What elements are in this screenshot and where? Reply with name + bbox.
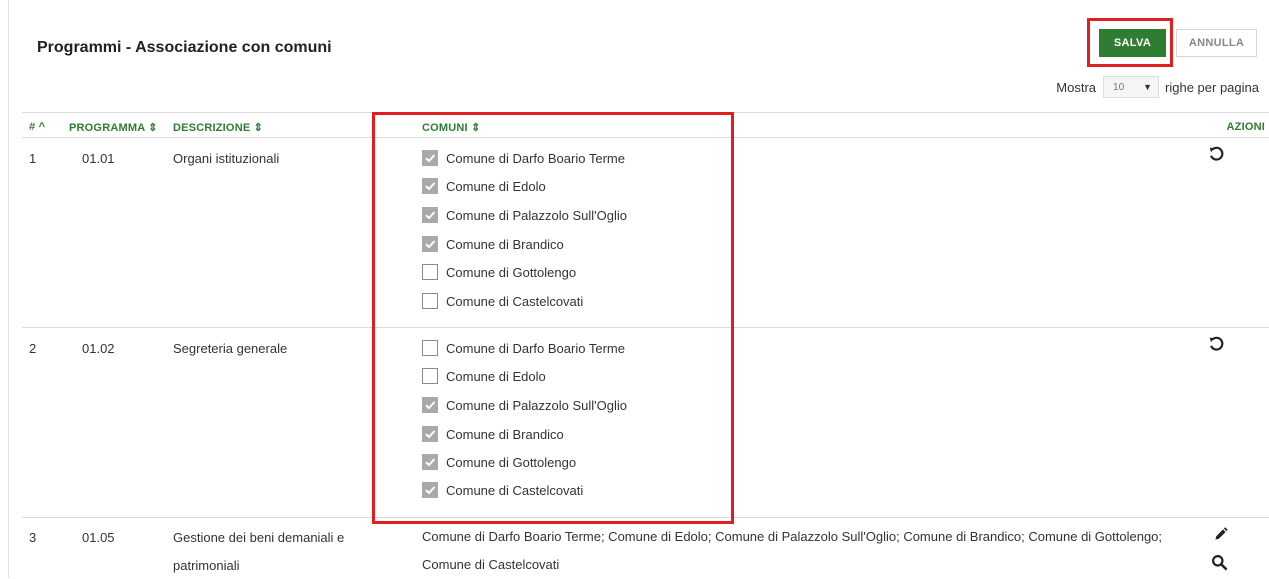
rows-per-page: Mostra 10 ▼ righe per pagina (1056, 76, 1259, 98)
comune-label: Comune di Darfo Boario Terme (446, 340, 625, 356)
row-number: 3 (29, 530, 37, 545)
comune-label: Comune di Palazzolo Sull'Oglio (446, 207, 627, 223)
column-header-descrizione[interactable]: DESCRIZIONE ⇕ (173, 121, 263, 134)
row-divider (22, 517, 1269, 518)
row-divider (22, 327, 1269, 328)
checkbox-checked[interactable] (422, 482, 438, 498)
checkbox-unchecked[interactable] (422, 368, 438, 384)
checkbox-unchecked[interactable] (422, 340, 438, 356)
comune-checkbox-row[interactable]: Comune di Edolo (422, 368, 546, 384)
row-descrizione: Segreteria generale (173, 341, 288, 356)
search-icon[interactable] (1209, 552, 1229, 572)
pager-prefix: Mostra (1056, 79, 1097, 95)
checkbox-unchecked[interactable] (422, 264, 438, 280)
pencil-icon[interactable] (1210, 524, 1230, 544)
row-number: 1 (29, 151, 37, 166)
comune-label: Comune di Brandico (446, 236, 564, 252)
comune-checkbox-row[interactable]: Comune di Edolo (422, 178, 546, 194)
comune-checkbox-row[interactable]: Comune di Darfo Boario Terme (422, 150, 625, 166)
comune-label: Comune di Castelcovati (446, 293, 584, 309)
checkbox-checked[interactable] (422, 454, 438, 470)
comune-label: Comune di Castelcovati (446, 482, 584, 498)
row-programma: 01.02 (82, 341, 115, 356)
rows-per-page-select[interactable]: 10 ▼ (1103, 76, 1160, 98)
save-button[interactable]: SALVA (1099, 29, 1166, 57)
checkbox-checked[interactable] (422, 178, 438, 194)
undo-icon[interactable] (1206, 144, 1226, 164)
checkbox-unchecked[interactable] (422, 293, 438, 309)
table-top-border (22, 112, 1269, 113)
comune-checkbox-row[interactable]: Comune di Gottolengo (422, 264, 576, 280)
comune-checkbox-row[interactable]: Comune di Gottolengo (422, 454, 576, 470)
row-descrizione-line1: Gestione dei beni demaniali e (173, 530, 345, 545)
comune-checkbox-row[interactable]: Comune di Brandico (422, 236, 564, 252)
page-title: Programmi - Associazione con comuni (37, 39, 332, 56)
caret-down-icon: ▼ (1143, 82, 1153, 92)
row-number: 2 (29, 341, 37, 356)
comune-label: Comune di Palazzolo Sull'Oglio (446, 397, 627, 413)
checkbox-checked[interactable] (422, 150, 438, 166)
row-programma: 01.01 (82, 151, 115, 166)
checkbox-checked[interactable] (422, 397, 438, 413)
cancel-button[interactable]: ANNULLA (1176, 29, 1257, 57)
comune-label: Comune di Gottolengo (446, 454, 577, 470)
checkbox-checked[interactable] (422, 236, 438, 252)
rows-per-page-value: 10 (1113, 81, 1125, 93)
undo-icon[interactable] (1206, 334, 1226, 354)
column-header-azioni: AZIONI (1226, 121, 1265, 133)
comune-label: Comune di Darfo Boario Terme (446, 150, 625, 166)
row-comuni-text-line2: Comune di Castelcovati (422, 557, 560, 572)
comune-checkbox-row[interactable]: Comune di Palazzolo Sull'Oglio (422, 397, 627, 413)
comune-label: Comune di Edolo (446, 368, 546, 384)
checkbox-checked[interactable] (422, 207, 438, 223)
comune-label: Comune di Edolo (446, 178, 546, 194)
comune-checkbox-row[interactable]: Comune di Castelcovati (422, 293, 583, 309)
checkbox-checked[interactable] (422, 426, 438, 442)
row-comuni-text-line1: Comune di Darfo Boario Terme; Comune di … (422, 529, 1163, 544)
comune-checkbox-row[interactable]: Comune di Brandico (422, 426, 564, 442)
comune-checkbox-row[interactable]: Comune di Darfo Boario Terme (422, 340, 625, 356)
row-programma: 01.05 (82, 530, 115, 545)
left-border (8, 0, 9, 578)
column-header-num[interactable]: # ^ (29, 121, 45, 133)
comune-checkbox-row[interactable]: Comune di Palazzolo Sull'Oglio (422, 207, 627, 223)
header-divider (22, 137, 1269, 138)
column-header-programma[interactable]: PROGRAMMA ⇕ (69, 121, 158, 134)
column-header-comuni[interactable]: COMUNI ⇕ (422, 121, 480, 134)
comune-label: Comune di Gottolengo (446, 264, 577, 280)
comune-label: Comune di Brandico (446, 426, 564, 442)
row-descrizione: Organi istituzionali (173, 151, 280, 166)
row-descrizione-line2: patrimoniali (173, 558, 240, 573)
pager-suffix: righe per pagina (1165, 79, 1259, 95)
comune-checkbox-row[interactable]: Comune di Castelcovati (422, 482, 583, 498)
